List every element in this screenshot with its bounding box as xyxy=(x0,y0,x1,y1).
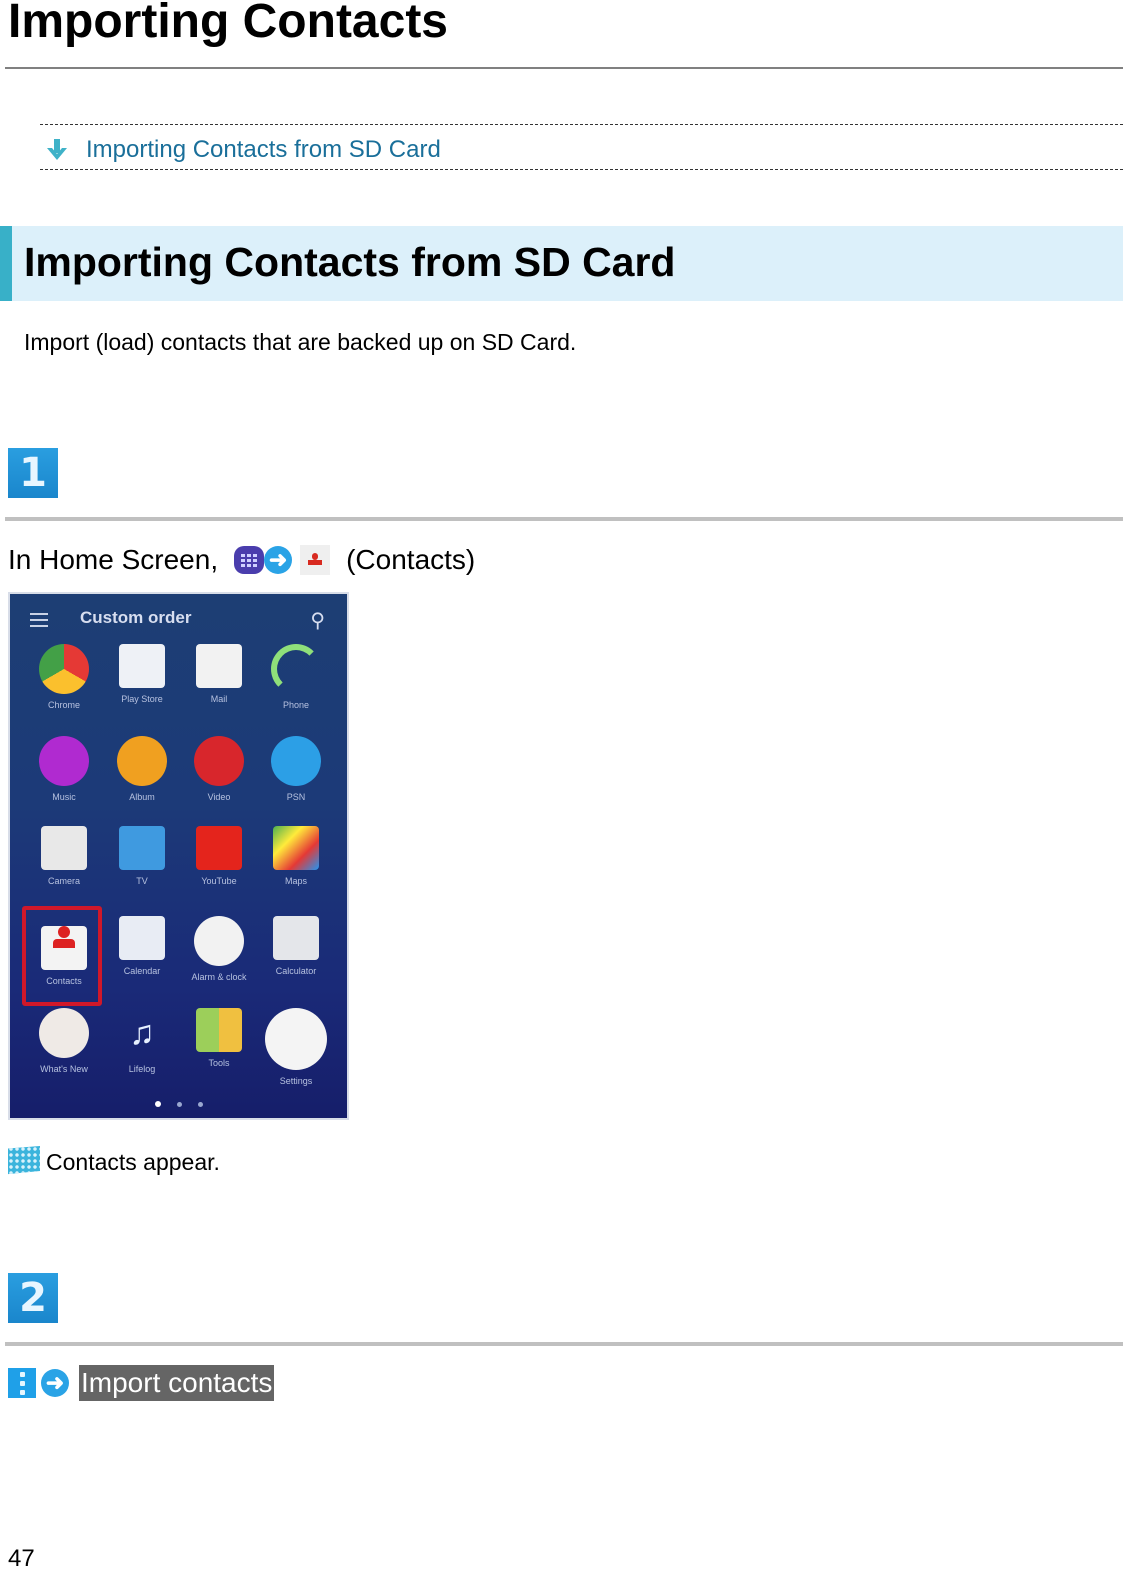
app-clock: Alarm & clock xyxy=(180,916,258,983)
app-label: Calendar xyxy=(123,966,161,976)
page-dot xyxy=(176,1102,182,1107)
step-2-instruction: ➜ Import contacts xyxy=(8,1365,275,1401)
app-maps: Maps xyxy=(257,826,335,887)
app-youtube: YouTube xyxy=(180,826,258,887)
step-1-divider xyxy=(5,517,1123,521)
app-chrome: Chrome xyxy=(25,644,103,711)
page-dot-active xyxy=(154,1101,161,1107)
next-arrow-icon: ➜ xyxy=(41,1369,69,1397)
app-phone: Phone xyxy=(257,644,335,711)
app-label: Video xyxy=(207,792,231,802)
app-label: Phone xyxy=(282,700,310,710)
page-number: 47 xyxy=(8,1545,35,1572)
app-label: Mail xyxy=(210,694,228,704)
step-1-badge: 1 xyxy=(8,448,58,498)
contacts-icon xyxy=(300,545,331,575)
app-video: Video xyxy=(180,736,258,803)
app-drawer-screenshot: Custom order ⚲ Chrome Play Store Mail Phone… xyxy=(8,592,349,1120)
section-accent-bar xyxy=(0,226,12,301)
app-label: What's New xyxy=(40,1064,88,1074)
app-label: PSN xyxy=(286,792,306,802)
apps-icon xyxy=(234,546,265,574)
step-2-divider xyxy=(5,1342,1123,1346)
lifelog-icon: ♫ xyxy=(129,1014,155,1052)
step-2-badge: 2 xyxy=(8,1273,58,1323)
app-label: Tools xyxy=(208,1058,230,1068)
calendar-icon xyxy=(119,916,165,960)
page-title: Importing Contacts xyxy=(8,0,448,48)
section-intro: Import (load) contacts that are backed u… xyxy=(24,329,577,355)
page-dot xyxy=(197,1102,203,1107)
clock-icon xyxy=(194,916,244,966)
menu-icon xyxy=(8,1368,36,1398)
video-icon xyxy=(194,736,244,786)
app-music: Music xyxy=(25,736,103,803)
app-playstation: PSN xyxy=(257,736,335,803)
toc-divider-bottom xyxy=(40,169,1123,170)
mail-icon xyxy=(196,644,242,688)
step-1-result-text: Contacts appear. xyxy=(46,1148,220,1175)
app-label: Camera xyxy=(47,876,80,886)
app-drawer-header: Custom order ⚲ xyxy=(10,594,347,646)
app-camera: Camera xyxy=(25,826,103,887)
settings-icon xyxy=(265,1008,327,1070)
app-whats-new: What's New xyxy=(25,1008,103,1075)
import-contacts-button[interactable]: Import contacts xyxy=(79,1365,275,1401)
app-label: Chrome xyxy=(47,700,80,710)
app-label: Calculator xyxy=(275,966,317,976)
contacts-highlight-box xyxy=(22,906,102,1006)
toc-link-importing-from-sd[interactable]: Importing Contacts from SD Card xyxy=(44,133,441,167)
app-tools-folder: Tools xyxy=(180,1008,258,1069)
hamburger-menu-icon xyxy=(30,613,48,627)
app-label: Lifelog xyxy=(128,1064,156,1074)
app-tv: TV xyxy=(103,826,181,887)
app-label: Alarm & clock xyxy=(191,972,247,982)
app-mail: Mail xyxy=(180,644,258,705)
step-1-suffix: (Contacts) xyxy=(346,544,476,575)
app-label: YouTube xyxy=(201,876,237,886)
app-label: TV xyxy=(136,876,148,886)
step-1-instruction: In Home Screen, ➜ (Contacts) xyxy=(8,540,475,580)
play-store-icon xyxy=(119,644,165,688)
app-label: Music xyxy=(52,792,76,802)
maps-icon xyxy=(273,826,319,870)
section-header: Importing Contacts from SD Card xyxy=(0,226,1123,301)
app-drawer-title: Custom order xyxy=(80,608,192,627)
phone-icon xyxy=(271,644,321,694)
calculator-icon xyxy=(273,916,319,960)
title-divider xyxy=(5,67,1123,69)
app-settings: Settings xyxy=(257,1008,335,1087)
section-title: Importing Contacts from SD Card xyxy=(24,239,676,285)
app-album: Album xyxy=(103,736,181,803)
app-lifelog: ♫ Lifelog xyxy=(103,1008,181,1075)
tools-folder-icon xyxy=(196,1008,242,1052)
app-calculator: Calculator xyxy=(257,916,335,977)
app-calendar: Calendar xyxy=(103,916,181,977)
app-label: Maps xyxy=(284,876,307,886)
album-icon xyxy=(117,736,167,786)
youtube-icon xyxy=(196,826,242,870)
tv-icon xyxy=(119,826,165,870)
page-indicator xyxy=(10,1094,347,1112)
chrome-icon xyxy=(39,644,89,694)
search-icon: ⚲ xyxy=(310,610,325,632)
toc-divider-top xyxy=(40,124,1123,125)
playstation-icon xyxy=(271,736,321,786)
toc-link-label: Importing Contacts from SD Card xyxy=(86,136,441,163)
step-1-result: Contacts appear. xyxy=(8,1146,220,1178)
app-label: Settings xyxy=(279,1076,313,1086)
camera-icon xyxy=(41,826,87,870)
app-label: Album xyxy=(129,792,155,802)
arrow-down-icon xyxy=(47,139,67,160)
music-icon xyxy=(39,736,89,786)
next-arrow-icon: ➜ xyxy=(264,546,293,574)
checkered-flag-icon xyxy=(8,1146,40,1175)
step-1-prefix: In Home Screen, xyxy=(8,544,219,575)
app-play-store: Play Store xyxy=(103,644,181,705)
app-label: Play Store xyxy=(121,694,163,704)
whats-new-icon xyxy=(39,1008,89,1058)
